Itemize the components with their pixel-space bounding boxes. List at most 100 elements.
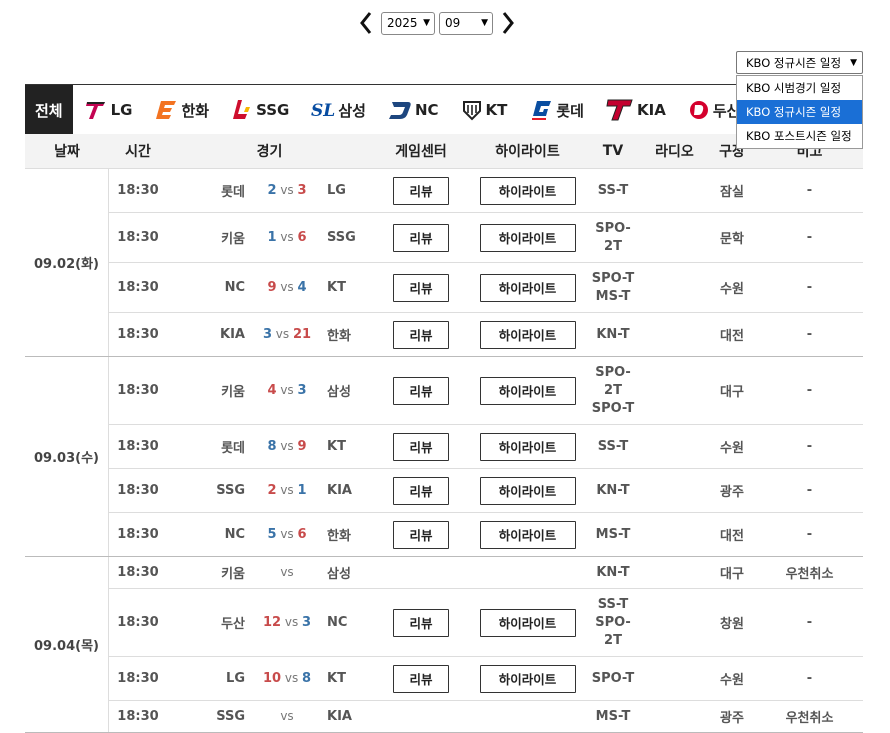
away-score: 1 xyxy=(267,230,277,245)
review-button[interactable]: 리뷰 xyxy=(393,176,449,205)
tab-hanwha[interactable]: 한화 xyxy=(143,85,220,135)
tab-kia[interactable]: KIA xyxy=(595,85,677,135)
next-month-button[interactable] xyxy=(497,10,519,36)
highlight-button[interactable]: 하이라이트 xyxy=(479,176,576,205)
game-time: 18:30 xyxy=(117,671,159,686)
nc-logo-icon xyxy=(388,99,412,121)
highlight-button[interactable]: 하이라이트 xyxy=(479,273,576,302)
note: - xyxy=(806,439,813,454)
review-button[interactable]: 리뷰 xyxy=(393,376,449,405)
highlight-button[interactable]: 하이라이트 xyxy=(479,476,576,505)
home-team: 삼성 xyxy=(327,385,351,400)
season-select[interactable]: KBO 정규시즌 일정 ▼ xyxy=(736,51,863,74)
header-radio: 라디오 xyxy=(655,144,694,160)
away-score: 10 xyxy=(262,671,282,686)
home-team: KIA xyxy=(327,709,352,724)
month-select[interactable]: 09 ▼ xyxy=(439,11,493,35)
month-navigation: 2025 ▼ 09 ▼ xyxy=(355,10,519,36)
note: - xyxy=(806,230,813,245)
away-team: LG xyxy=(226,671,245,686)
highlight-button[interactable]: 하이라이트 xyxy=(479,376,576,405)
highlight-cell: 하이라이트 xyxy=(470,223,585,252)
note: - xyxy=(806,483,813,498)
tv-channel: 2T xyxy=(604,382,622,398)
review-button[interactable]: 리뷰 xyxy=(393,273,449,302)
highlight-button[interactable]: 하이라이트 xyxy=(479,520,576,549)
game-time: 18:30 xyxy=(117,230,159,245)
tv-cell: MS-T xyxy=(585,708,641,726)
tv-channel: SPO- xyxy=(595,220,631,236)
home-score: 21 xyxy=(292,327,312,342)
tab-label: LG xyxy=(110,101,133,119)
highlight-button[interactable]: 하이라이트 xyxy=(479,664,576,693)
chevron-down-icon: ▼ xyxy=(481,18,488,28)
game-time: 18:30 xyxy=(117,565,159,580)
game-center-cell: 리뷰 xyxy=(372,664,470,693)
stadium: 대구 xyxy=(720,567,744,582)
away-team: SSG xyxy=(216,709,245,724)
date-group: 09.03(수) 18:30 키움 4 vs 3 삼성 리뷰 하이라이트 SPO- 2T SPO-… xyxy=(25,357,863,557)
tab-nc[interactable]: NC xyxy=(377,85,450,135)
tv-channel: SS-T xyxy=(597,182,629,198)
matchup: SSG vs KIA xyxy=(167,709,372,724)
season-option-regular[interactable]: KBO 정규시즌 일정 xyxy=(737,100,862,124)
tv-channel: MS-T xyxy=(595,708,631,724)
tab-all[interactable]: 전체 xyxy=(25,85,73,135)
tv-channel: KN-T xyxy=(596,326,630,342)
schedule-table: 날짜 시간 경기 게임센터 하이라이트 TV 라디오 구장 비고 09.02(화… xyxy=(25,134,863,733)
game-center-cell: 리뷰 xyxy=(372,520,470,549)
home-team: 삼성 xyxy=(327,567,351,582)
season-dropdown-menu: KBO 시범경기 일정 KBO 정규시즌 일정 KBO 포스트시즌 일정 xyxy=(736,75,863,149)
season-selected-value: KBO 정규시즌 일정 xyxy=(746,55,842,70)
highlight-button[interactable]: 하이라이트 xyxy=(479,320,576,349)
review-button[interactable]: 리뷰 xyxy=(393,223,449,252)
highlight-button[interactable]: 하이라이트 xyxy=(479,608,576,637)
vs-label: vs xyxy=(281,615,303,629)
tab-label: SSG xyxy=(256,101,290,119)
tv-cell: KN-T xyxy=(585,564,641,582)
tv-cell: SS-T xyxy=(585,438,641,456)
chevron-left-icon xyxy=(360,12,372,34)
away-score: 2 xyxy=(267,183,277,198)
season-option-postseason[interactable]: KBO 포스트시즌 일정 xyxy=(737,124,862,148)
home-score: 3 xyxy=(297,383,307,398)
tab-kt[interactable]: KT xyxy=(450,85,519,135)
away-team: KIA xyxy=(220,327,245,342)
away-score: 9 xyxy=(267,280,277,295)
ssg-logo-icon xyxy=(231,99,253,121)
chevron-right-icon xyxy=(502,12,514,34)
matchup: NC 9 vs 4 KT xyxy=(167,280,372,295)
review-button[interactable]: 리뷰 xyxy=(393,608,449,637)
season-option-preseason[interactable]: KBO 시범경기 일정 xyxy=(737,76,862,100)
header-highlight: 하이라이트 xyxy=(495,144,560,160)
year-select[interactable]: 2025 ▼ xyxy=(381,11,435,35)
matchup: 키움 vs 삼성 xyxy=(167,563,372,582)
note: - xyxy=(806,383,813,398)
score: 10 vs 8 xyxy=(257,671,317,686)
review-button[interactable]: 리뷰 xyxy=(393,664,449,693)
home-team: KT xyxy=(327,439,346,454)
home-team: LG xyxy=(327,183,346,198)
note: - xyxy=(806,671,813,686)
review-button[interactable]: 리뷰 xyxy=(393,432,449,461)
prev-month-button[interactable] xyxy=(355,10,377,36)
stadium: 문학 xyxy=(720,232,744,247)
tab-samsung[interactable]: SL 삼성 xyxy=(300,85,377,135)
tv-cell: SPO- 2T SPO-T xyxy=(585,364,641,418)
review-button[interactable]: 리뷰 xyxy=(393,520,449,549)
away-team: SSG xyxy=(216,483,245,498)
highlight-button[interactable]: 하이라이트 xyxy=(479,223,576,252)
tab-lotte[interactable]: 롯데 xyxy=(518,85,595,135)
review-button[interactable]: 리뷰 xyxy=(393,476,449,505)
home-team: 한화 xyxy=(327,529,351,544)
tab-ssg[interactable]: SSG xyxy=(220,85,300,135)
tv-cell: SPO-T MS-T xyxy=(585,270,641,306)
matchup: NC 5 vs 6 한화 xyxy=(167,525,372,544)
tab-lg[interactable]: LG xyxy=(73,85,144,135)
tv-channel: SPO- xyxy=(595,614,631,630)
away-score: 8 xyxy=(267,439,277,454)
home-score: 3 xyxy=(297,183,307,198)
highlight-button[interactable]: 하이라이트 xyxy=(479,432,576,461)
table-row: 18:30 SSG vs KIA MS-T 광주 우천취소 xyxy=(109,701,863,732)
review-button[interactable]: 리뷰 xyxy=(393,320,449,349)
